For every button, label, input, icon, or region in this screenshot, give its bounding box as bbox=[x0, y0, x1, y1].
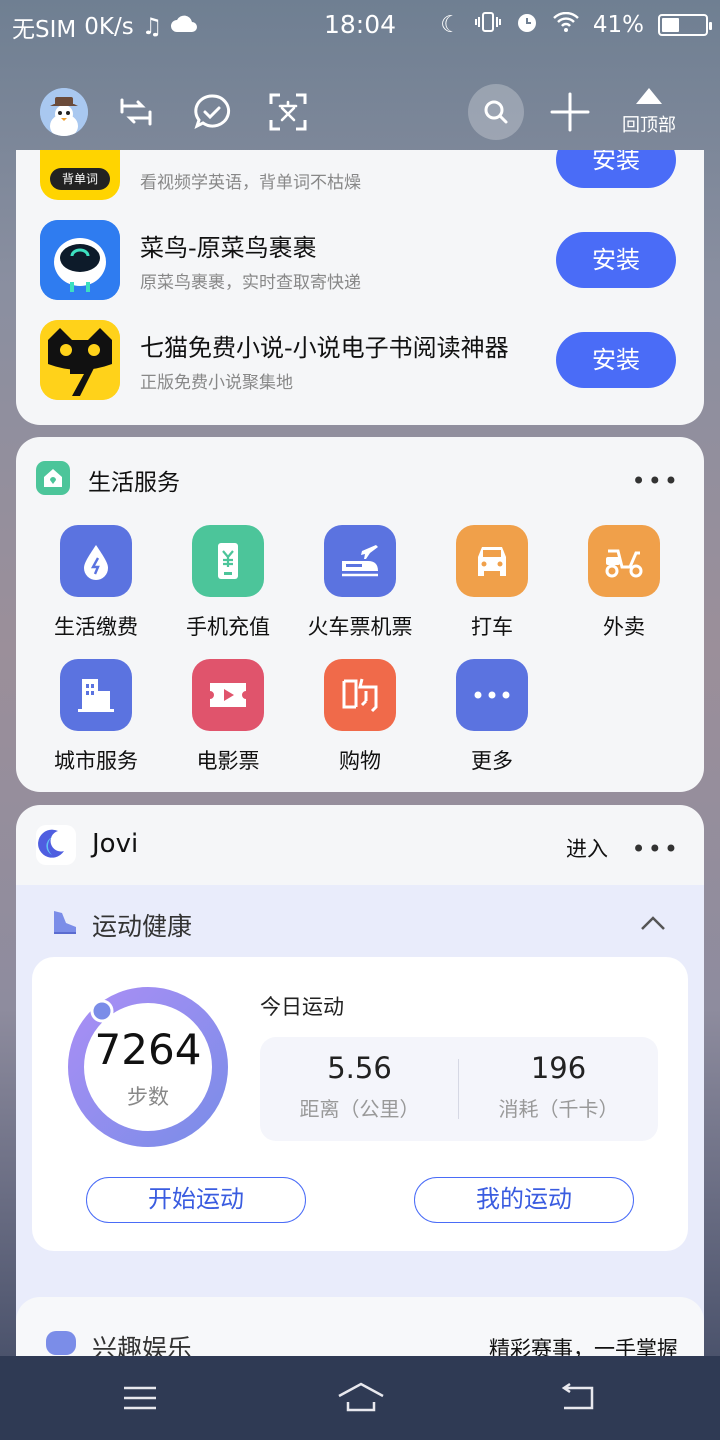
alarm-icon bbox=[515, 10, 539, 40]
back-icon[interactable] bbox=[556, 1380, 600, 1416]
top-toolbar: 回顶部 bbox=[0, 80, 720, 150]
translate-scan-icon[interactable] bbox=[268, 92, 308, 132]
service-label: 生活缴费 bbox=[54, 615, 138, 639]
qimao-app-icon bbox=[40, 320, 120, 400]
service-item[interactable]: 火车票机票 bbox=[294, 525, 426, 641]
service-item[interactable]: 购物 bbox=[294, 659, 426, 775]
phone-yuan-icon bbox=[192, 525, 264, 597]
menu-icon[interactable] bbox=[118, 1380, 162, 1416]
service-item[interactable]: 外卖 bbox=[558, 525, 690, 641]
steps-count: 7264 bbox=[94, 1025, 202, 1074]
today-label: 今日运动 bbox=[260, 995, 344, 1019]
service-label: 城市服务 bbox=[54, 749, 138, 773]
sneaker-icon bbox=[50, 907, 80, 937]
service-item[interactable]: 打车 bbox=[426, 525, 558, 641]
cainiao-app-icon bbox=[40, 220, 120, 300]
search-button[interactable] bbox=[468, 84, 524, 140]
wifi-icon bbox=[553, 11, 579, 38]
app-row[interactable]: 背单词 看视频学英语，背单词不枯燥 安装 bbox=[40, 150, 680, 200]
service-label: 火车票机票 bbox=[307, 615, 413, 639]
home-icon bbox=[36, 461, 70, 495]
more-icon bbox=[456, 659, 528, 731]
chevron-up-icon[interactable] bbox=[638, 909, 668, 939]
ticket-icon bbox=[192, 659, 264, 731]
more-options-icon[interactable]: ••• bbox=[632, 835, 680, 863]
service-item[interactable]: 电影票 bbox=[162, 659, 294, 775]
service-label: 电影票 bbox=[196, 749, 260, 773]
moon-icon: ☾ bbox=[440, 12, 461, 38]
distance-label: 距离（公里） bbox=[299, 1097, 420, 1121]
train-plane-icon bbox=[324, 525, 396, 597]
health-title: 运动健康 bbox=[92, 912, 193, 941]
app-icon-english: 背单词 bbox=[40, 150, 120, 200]
app-title: 七猫免费小说-小说电子书阅读神器 bbox=[140, 334, 509, 362]
app-row[interactable]: 菜鸟-原菜鸟裹裹 原菜鸟裹裹，实时查取寄快递 安装 bbox=[40, 220, 680, 300]
search-icon bbox=[484, 100, 508, 124]
health-panel: 运动健康 7264 步数 今日运动 5.56 距离（公里） 196 消耗（千卡）… bbox=[16, 885, 704, 1365]
install-button[interactable]: 安装 bbox=[556, 232, 676, 288]
back-to-top-label: 回顶部 bbox=[622, 115, 676, 136]
distance-value: 5.56 bbox=[327, 1051, 392, 1085]
jovi-title: Jovi bbox=[92, 829, 139, 859]
water-drop-icon bbox=[60, 525, 132, 597]
install-button[interactable]: 安装 bbox=[556, 150, 676, 188]
distance-stat: 5.56 距离（公里） bbox=[260, 1051, 459, 1122]
navigation-bar bbox=[0, 1356, 720, 1440]
shopping-icon bbox=[324, 659, 396, 731]
entertainment-card[interactable]: 兴趣娱乐 精彩赛事，一手掌握 bbox=[16, 1297, 704, 1365]
more-options-icon[interactable]: ••• bbox=[632, 467, 680, 495]
service-label: 外卖 bbox=[603, 615, 645, 639]
check-chat-icon[interactable] bbox=[192, 92, 232, 132]
stats-box: 5.56 距离（公里） 196 消耗（千卡） bbox=[260, 1037, 658, 1141]
scooter-icon bbox=[588, 525, 660, 597]
service-item[interactable]: 更多 bbox=[426, 659, 558, 775]
transfer-icon[interactable] bbox=[116, 92, 156, 132]
jovi-enter-link[interactable]: 进入 bbox=[566, 833, 608, 863]
jovi-logo-icon bbox=[36, 825, 76, 865]
app-row[interactable]: 七猫免费小说-小说电子书阅读神器 正版免费小说聚集地 安装 bbox=[40, 320, 680, 400]
car-icon bbox=[456, 525, 528, 597]
app-title: 菜鸟-原菜鸟裹裹 bbox=[140, 234, 317, 262]
service-label: 购物 bbox=[339, 749, 381, 773]
gamepad-icon bbox=[46, 1331, 76, 1355]
triangle-up-icon bbox=[636, 88, 662, 104]
app-recommend-card: 背单词 看视频学英语，背单词不枯燥 安装 菜鸟-原菜鸟裹裹 原菜鸟裹裹，实时查取… bbox=[16, 150, 704, 425]
today-activity-panel: 7264 步数 今日运动 5.56 距离（公里） 196 消耗（千卡） 开始运动… bbox=[32, 957, 688, 1251]
vibrate-icon bbox=[474, 11, 501, 39]
calories-value: 196 bbox=[530, 1051, 587, 1085]
add-button[interactable] bbox=[548, 90, 592, 134]
service-item[interactable]: 生活缴费 bbox=[30, 525, 162, 641]
app-subtitle: 正版免费小说聚集地 bbox=[140, 373, 293, 393]
app-subtitle: 原菜鸟裹裹，实时查取寄快递 bbox=[140, 273, 361, 293]
badge: 背单词 bbox=[50, 168, 110, 190]
home-nav-icon[interactable] bbox=[336, 1380, 386, 1416]
service-label: 更多 bbox=[471, 749, 513, 773]
steps-label: 步数 bbox=[127, 1085, 169, 1109]
life-services-card: 生活服务 ••• 生活缴费 手机充值 火车票机票 打车 外卖 城市服务 电影票 … bbox=[16, 437, 704, 792]
battery-icon bbox=[658, 14, 712, 36]
battery-percent: 41% bbox=[592, 12, 644, 38]
back-to-top-button[interactable]: 回顶部 bbox=[614, 86, 684, 137]
status-bar: 无SIM 0K/s ♫ 18:04 ☾ 41% bbox=[0, 0, 720, 50]
install-button[interactable]: 安装 bbox=[556, 332, 676, 388]
app-subtitle: 看视频学英语，背单词不枯燥 bbox=[140, 173, 361, 193]
jovi-card: Jovi 进入 ••• 运动健康 7264 步数 今日运动 5.56 距离（公里… bbox=[16, 805, 704, 1365]
start-exercise-button[interactable]: 开始运动 bbox=[86, 1177, 306, 1223]
life-services-title: 生活服务 bbox=[88, 470, 180, 496]
service-label: 打车 bbox=[471, 615, 513, 639]
service-item[interactable]: 城市服务 bbox=[30, 659, 162, 775]
service-item[interactable]: 手机充值 bbox=[162, 525, 294, 641]
my-exercise-button[interactable]: 我的运动 bbox=[414, 1177, 634, 1223]
service-label: 手机充值 bbox=[186, 615, 270, 639]
city-icon bbox=[60, 659, 132, 731]
calories-stat: 196 消耗（千卡） bbox=[459, 1051, 658, 1122]
calories-label: 消耗（千卡） bbox=[498, 1097, 619, 1121]
avatar[interactable] bbox=[40, 88, 88, 136]
plus-icon bbox=[550, 92, 590, 132]
